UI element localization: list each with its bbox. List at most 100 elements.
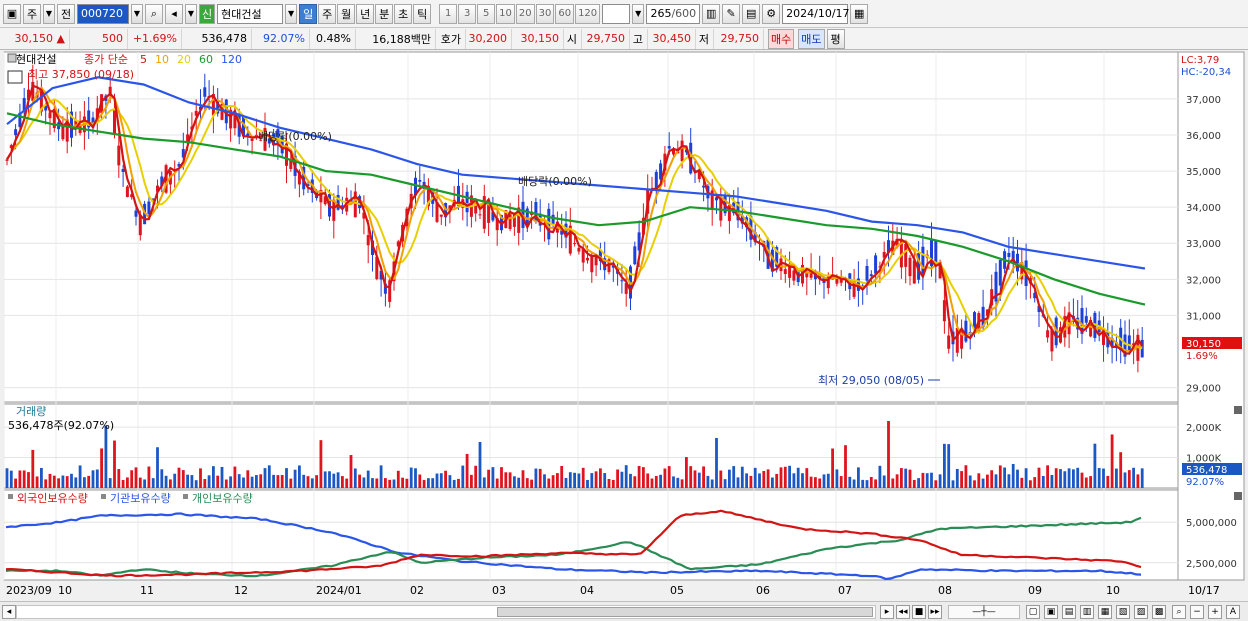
layout-1-icon[interactable]: ▢ [1026,605,1040,619]
volume-bar [607,479,611,488]
volume-bar [908,469,912,488]
layout-6-icon[interactable]: ▧ [1116,605,1130,619]
period-tab-4[interactable]: 분 [375,3,394,24]
zoom-slider[interactable]: —┼— [948,605,1020,619]
period-tab-6[interactable]: 틱 [413,3,432,24]
stop-icon[interactable]: ■ [912,605,926,619]
candle-body [134,210,138,217]
bar-count-input[interactable]: 265/600 [646,3,701,24]
chevron-down-icon[interactable]: ▼ [632,3,645,24]
chevron-down-icon[interactable]: ▼ [131,3,143,24]
speaker-icon[interactable]: ◂ [165,3,183,24]
interval-button-10[interactable]: 10 [496,3,515,24]
stock-code-input[interactable]: 000720 [77,3,129,24]
layout-4-icon[interactable]: ▥ [1080,605,1094,619]
interval-button-60[interactable]: 60 [555,3,575,24]
zoom-in-icon[interactable]: + [1208,605,1222,619]
volume-bar [500,467,503,488]
candle-body [586,257,589,261]
prev-button[interactable]: 전 [57,3,75,24]
rewind-icon[interactable]: ◂◂ [896,605,910,619]
volume-y-label: 2,000K [1186,423,1222,434]
zoom-out-icon[interactable]: − [1190,605,1204,619]
sell-button[interactable]: 매도 [798,28,825,49]
interval-button-120[interactable]: 120 [575,3,601,24]
layout-7-icon[interactable]: ▨ [1134,605,1148,619]
candle-body [921,246,925,274]
calculator-icon[interactable] [7,70,23,84]
scroll-track[interactable] [16,605,876,619]
interval-input[interactable] [602,3,631,24]
interval-button-3[interactable]: 3 [458,3,477,24]
volume-bar [341,476,344,488]
y-label: 32,000 [1186,275,1221,286]
close-icon[interactable] [1234,406,1242,414]
gear-icon[interactable]: ⚙ [762,3,781,24]
interval-button-30[interactable]: 30 [535,3,555,24]
volume-bar [1016,469,1019,488]
scroll-right-icon[interactable]: ▸ [880,605,894,619]
chevron-down-icon[interactable]: ▼ [285,3,298,24]
period-tab-3[interactable]: 년 [356,3,375,24]
chevron-down-icon[interactable]: ▼ [185,3,197,24]
save-icon[interactable]: ▤ [742,3,761,24]
bottom-bar: ◂ ▸ ◂◂ ■ ▸▸ —┼— ▢ ▣ ▤ ▥ ▦ ▧ ▨ ▩ ⌕ − + A [0,601,1248,621]
volume-bar [186,474,189,488]
period-tab-0[interactable]: 일 [299,3,318,24]
legend-marker [183,494,188,499]
layout-3-icon[interactable]: ▤ [1062,605,1076,619]
volume-bar [14,478,17,488]
window-icon[interactable]: ▣ [3,3,21,24]
layout-5-icon[interactable]: ▦ [1098,605,1112,619]
candle-body [366,235,370,246]
flat-button[interactable]: 평 [826,28,845,49]
forward-icon[interactable]: ▸▸ [928,605,942,619]
date-input[interactable]: 2024/10/17 [782,3,850,24]
period-tab-1[interactable]: 주 [318,3,337,24]
volume-bar [126,477,129,488]
volume-bar [654,475,658,488]
volume-bar [758,473,761,488]
volume-bar [624,465,628,488]
volume-bar [745,473,748,488]
stock-name-field[interactable]: 현대건설 [217,3,284,24]
layout-2-icon[interactable]: ▣ [1044,605,1058,619]
scroll-thumb[interactable] [497,607,873,617]
type-select[interactable]: 주 [23,3,41,24]
volume-bar [1089,476,1092,488]
volume-bar [474,465,478,488]
search-icon[interactable]: ⌕ [145,3,163,24]
x-label: 2024/01 [316,584,362,597]
candle-body [113,109,116,134]
interval-button-5[interactable]: 5 [477,3,496,24]
volume-bar [57,478,60,488]
chart-type-icon[interactable]: ▥ [702,3,721,24]
scroll-left-icon[interactable]: ◂ [2,605,16,619]
volume-bar [147,466,151,488]
panel-toggle-icon[interactable] [7,53,17,63]
volume-bar [753,467,757,488]
volume-bar [233,466,237,488]
buy-button[interactable]: 매수 [768,28,795,49]
stock-chart[interactable]: 37,000 36,000 35,000 34,000 33,000 32,000 31,0… [0,51,1248,601]
calendar-icon[interactable]: ▦ [850,3,869,24]
magnifier-icon[interactable]: ⌕ [1172,605,1186,619]
font-size-icon[interactable]: A [1226,605,1240,619]
volume-bar [775,473,779,488]
period-tab-5[interactable]: 초 [394,3,413,24]
chevron-down-icon[interactable]: ▼ [43,3,55,24]
volume-bar [672,476,675,488]
interval-button-20[interactable]: 20 [515,3,535,24]
draw-tool-icon[interactable]: ✎ [722,3,741,24]
volume-bar [1033,477,1037,488]
volume-bar [513,476,516,488]
close-icon[interactable] [1234,492,1242,500]
volume-bar [117,469,121,488]
ma-legend-20: 20 [177,53,191,66]
volume-bar [27,472,30,488]
interval-button-1[interactable]: 1 [439,3,458,24]
volume-bar [83,477,86,488]
volume-bar [1037,467,1041,488]
layout-8-icon[interactable]: ▩ [1152,605,1166,619]
period-tab-2[interactable]: 월 [337,3,356,24]
